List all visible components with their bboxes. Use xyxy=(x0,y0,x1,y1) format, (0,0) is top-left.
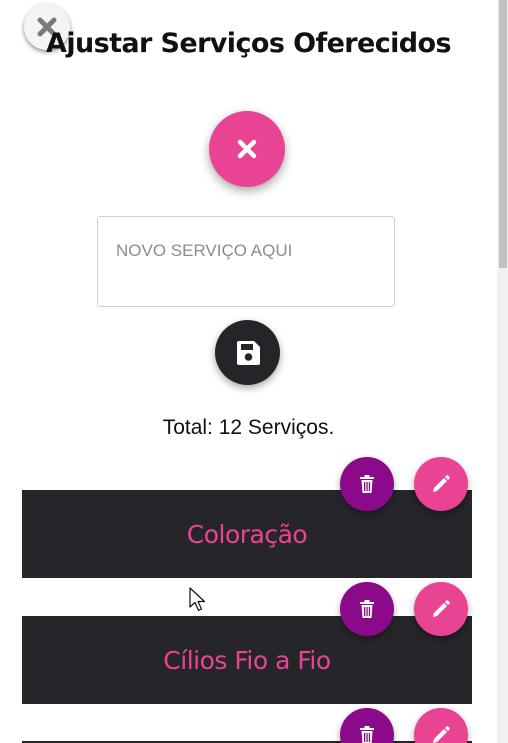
delete-service-button[interactable] xyxy=(340,582,394,636)
service-card: Cílios Fio a Fio xyxy=(22,616,472,704)
pencil-icon xyxy=(433,475,450,492)
delete-service-button[interactable] xyxy=(340,457,394,511)
trash-icon xyxy=(360,475,374,493)
services-modal: Ajustar Serviços Oferecidos Total: 12 Se… xyxy=(0,0,497,743)
save-button[interactable] xyxy=(215,320,280,385)
mouse-cursor-icon xyxy=(189,587,206,612)
edit-service-button[interactable] xyxy=(414,457,468,511)
edit-service-button[interactable] xyxy=(414,582,468,636)
edit-service-button[interactable] xyxy=(414,708,468,743)
service-card: Coloração xyxy=(22,490,472,578)
trash-icon xyxy=(360,600,374,618)
service-name: Cílios Fio a Fio xyxy=(163,645,331,675)
scrollbar-thumb[interactable] xyxy=(499,0,507,268)
service-name: Coloração xyxy=(186,519,308,549)
trash-icon xyxy=(360,726,374,743)
delete-service-button[interactable] xyxy=(340,708,394,743)
services-total: Total: 12 Serviços. xyxy=(162,416,335,439)
cancel-button[interactable] xyxy=(209,111,285,187)
new-service-input[interactable] xyxy=(97,216,395,307)
pencil-icon xyxy=(433,726,450,743)
page-title: Ajustar Serviços Oferecidos xyxy=(46,28,451,59)
close-icon xyxy=(237,139,257,159)
pencil-icon xyxy=(433,600,450,617)
floppy-disk-icon xyxy=(236,340,260,365)
